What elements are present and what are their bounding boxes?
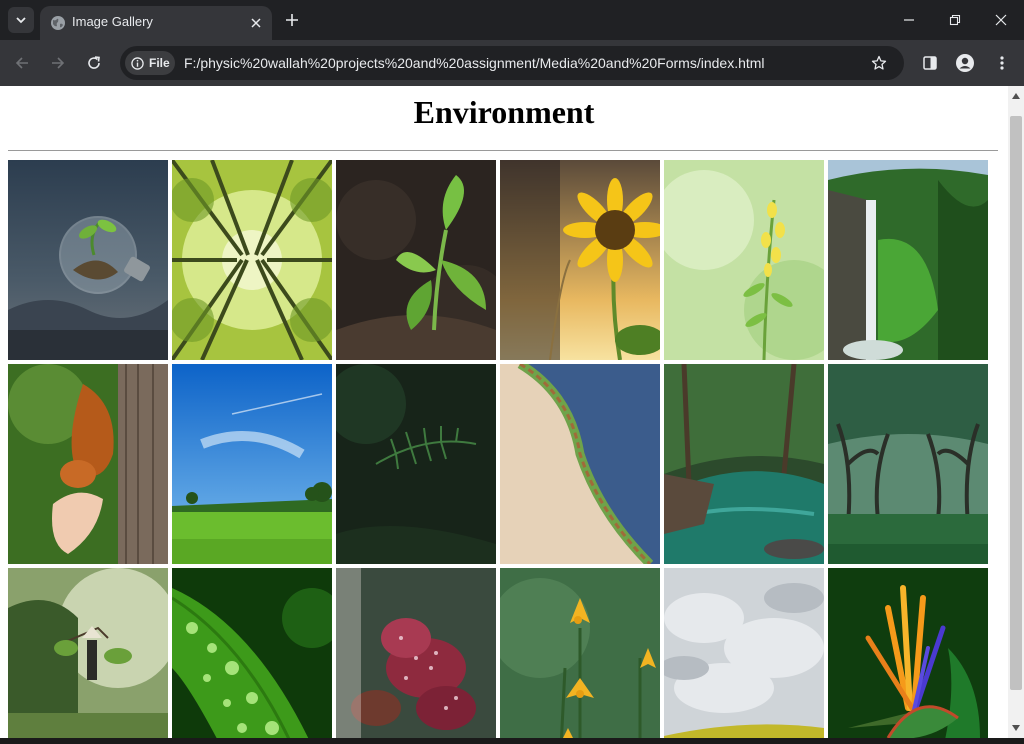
close-icon xyxy=(995,14,1007,26)
bookmark-button[interactable] xyxy=(868,52,890,74)
gallery-image-sunflower-sunset[interactable] xyxy=(500,160,660,360)
gallery-image-lightbulb-seedling[interactable] xyxy=(8,160,168,360)
gallery-image-blue-sky-meadow[interactable] xyxy=(172,364,332,564)
arrow-left-icon xyxy=(15,57,28,69)
gallery-image-forest-river[interactable] xyxy=(664,364,824,564)
gallery-image-aerial-coastline[interactable] xyxy=(500,364,660,564)
url-text[interactable]: F:/physic%20wallah%20projects%20and%20as… xyxy=(184,55,765,71)
tab-search-button[interactable] xyxy=(8,7,34,33)
profile-button[interactable] xyxy=(951,49,979,77)
profile-icon xyxy=(956,54,974,72)
gallery-image-rice-farmer[interactable] xyxy=(8,568,168,738)
new-tab-button[interactable] xyxy=(280,8,304,32)
back-button[interactable] xyxy=(8,49,36,77)
tab-close-button[interactable] xyxy=(246,13,266,33)
gallery-image-cloudy-field[interactable] xyxy=(664,568,824,738)
gallery-image-leaf-dewdrops[interactable] xyxy=(172,568,332,738)
forward-button[interactable] xyxy=(44,49,72,77)
triangle-up-icon xyxy=(1012,93,1020,99)
restore-button[interactable] xyxy=(932,0,978,40)
gallery-image-waterfall-cliff[interactable] xyxy=(828,160,988,360)
divider xyxy=(8,150,998,151)
minimize-button[interactable] xyxy=(886,0,932,40)
kebab-menu-icon xyxy=(1000,56,1004,70)
side-panel-button[interactable] xyxy=(916,49,944,77)
gallery-image-tree-lined-park[interactable] xyxy=(828,364,988,564)
star-icon xyxy=(871,55,887,70)
gallery-image-forest-canopy[interactable] xyxy=(172,160,332,360)
scroll-up-button[interactable] xyxy=(1008,88,1024,104)
close-window-button[interactable] xyxy=(978,0,1024,40)
gallery-image-dark-fern[interactable] xyxy=(336,364,496,564)
web-page: Environment xyxy=(0,86,1008,738)
arrow-right-icon xyxy=(52,57,65,69)
gallery-image-squirrel-hand[interactable] xyxy=(8,364,168,564)
gallery-image-yellow-wildflower[interactable] xyxy=(664,160,824,360)
chevron-down-icon xyxy=(16,17,26,24)
vertical-scrollbar[interactable] xyxy=(1008,86,1024,738)
browser-toolbar: File F:/physic%20wallah%20projects%20and… xyxy=(0,40,1024,86)
address-bar[interactable]: File F:/physic%20wallah%20projects%20and… xyxy=(120,46,904,80)
gallery-image-bird-of-paradise[interactable] xyxy=(828,568,988,738)
reload-button[interactable] xyxy=(80,49,108,77)
scrollbar-thumb[interactable] xyxy=(1010,116,1022,690)
minimize-icon xyxy=(904,19,914,21)
tab-image-gallery[interactable]: Image Gallery xyxy=(40,6,272,40)
scroll-down-button[interactable] xyxy=(1008,720,1024,736)
gallery-image-green-sprout[interactable] xyxy=(336,160,496,360)
plus-icon xyxy=(286,14,298,26)
gallery-image-yellow-lilies[interactable] xyxy=(500,568,660,738)
menu-button[interactable] xyxy=(988,49,1016,77)
site-info-label: File xyxy=(149,56,170,70)
site-info-chip[interactable]: File xyxy=(125,51,175,75)
restore-icon xyxy=(949,14,961,26)
tab-title: Image Gallery xyxy=(72,14,153,29)
globe-icon xyxy=(51,16,65,30)
reload-icon xyxy=(88,56,100,69)
tab-strip: Image Gallery xyxy=(0,0,1024,40)
gallery-image-red-dewy-leaves[interactable] xyxy=(336,568,496,738)
close-icon xyxy=(251,18,261,28)
page-title: Environment xyxy=(413,94,595,130)
taskbar-edge xyxy=(0,738,1024,744)
info-icon xyxy=(131,56,144,70)
side-panel-icon xyxy=(923,56,937,70)
triangle-down-icon xyxy=(1012,725,1020,731)
